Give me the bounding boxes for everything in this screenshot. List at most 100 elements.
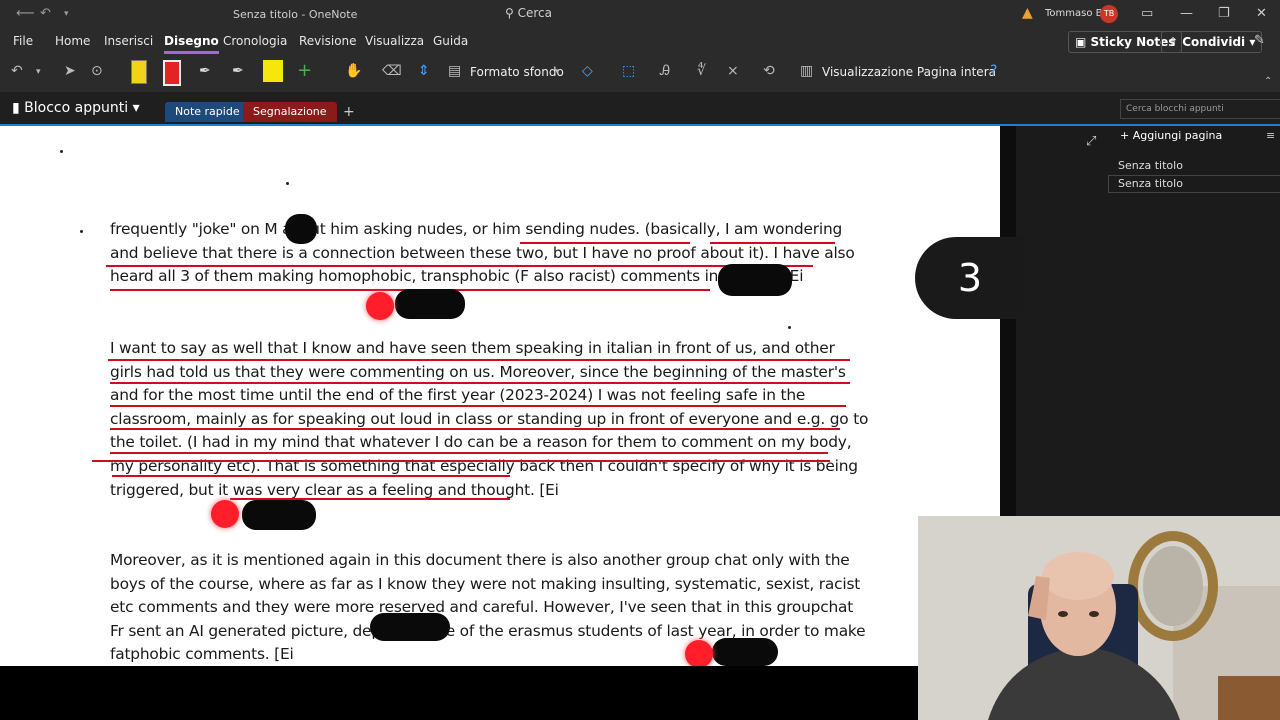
notebook-selector[interactable]: ▮ Blocco appunti ▾ [12,100,140,116]
laser-pointer-dot [685,640,713,666]
minimize-icon[interactable]: — [1180,6,1193,21]
annotation-underline [110,382,850,384]
lasso-icon[interactable]: ⊙ [91,63,103,79]
annotation-underline [520,242,690,244]
collapse-ribbon-icon[interactable]: ⌃ [1264,76,1272,87]
redaction-scribble [242,500,316,530]
pen-white2-icon[interactable]: ✒ [232,63,244,79]
menu-draw[interactable]: Disegno [164,34,219,54]
shapes-icon[interactable]: ◇ [582,63,593,79]
menu-insert[interactable]: Inserisci [104,34,153,48]
annotation-underline [106,265,813,267]
close-icon[interactable]: ✕ [1256,6,1267,21]
background-format-icon[interactable]: ▤ [448,63,461,79]
hand-icon[interactable]: ✋ [345,63,362,79]
help-icon[interactable]: ? [990,63,997,79]
webcam-overlay [918,516,1280,720]
scan-speck [80,230,83,233]
redaction-scribble [395,289,465,319]
fullpage-label[interactable]: Visualizzazione Pagina intera [822,65,996,79]
webcam-image [918,516,1280,720]
menu-review[interactable]: Revisione [299,34,357,48]
laser-pointer-dot [366,292,394,320]
note-page[interactable]: frequently "joke" on M about him asking … [0,126,1000,666]
search-icon: ⚲ [505,6,514,20]
annotation-underline [112,475,510,477]
redaction-scribble [712,638,778,666]
add-section-button[interactable]: + [333,102,365,122]
menu-bar: File Home Inserisci Disegno Cronologia R… [0,28,1280,54]
page-list-panel: + Aggiungi pagina ≡ Senza titolo Senza t… [1108,126,1280,516]
pen-yellow-icon[interactable] [131,60,147,84]
page-list-item[interactable]: Senza titolo [1118,159,1183,172]
title-search[interactable]: ⚲ Cerca [505,6,552,20]
expand-icon[interactable]: ⤢ [1086,134,1096,149]
annotation-underline [710,242,835,244]
back-icon[interactable]: ⟵ [16,6,35,21]
chevron-down-icon[interactable]: ▾ [64,9,69,19]
highlighter-icon[interactable] [263,60,283,82]
ruler-icon[interactable]: ⨯ [727,63,739,79]
section-panel: ⤢ [1016,126,1108,516]
window-title: Senza titolo - OneNote [233,8,358,21]
pen-white-icon[interactable]: ✒ [199,63,211,79]
undo-icon[interactable]: ↶ [40,6,51,21]
select-icon[interactable]: ➤ [64,63,76,79]
page-scroll-area[interactable] [1000,126,1016,516]
restore-icon[interactable]: ▭ [1141,6,1153,21]
add-page-label: Aggiungi pagina [1132,129,1223,142]
format-background-label[interactable]: Formato sfondo [470,65,564,79]
menu-view[interactable]: Visualizza [365,34,424,48]
user-name[interactable]: Tommaso B [1045,8,1103,19]
title-bar: ⟵ ↶ ▾ Senza titolo - OneNote ⚲ Cerca ▲ T… [0,0,1280,28]
notebook-bar: ▮ Blocco appunti ▾ Note rapide Segnalazi… [0,92,1280,126]
notebook-icon: ▮ [12,100,20,116]
undo-icon[interactable]: ↶ [11,63,23,79]
fullpage-icon[interactable]: ▥ [800,63,813,79]
ink-to-shape-icon[interactable]: ⬚ [622,63,635,79]
page-list-item-selected[interactable]: Senza titolo [1108,175,1280,193]
scan-speck [788,326,791,329]
annotation-underline [110,405,846,407]
menu-file[interactable]: File [13,34,33,48]
search-label: Cerca [517,6,553,20]
sort-icon[interactable]: ≡ [1266,129,1275,142]
eraser-icon[interactable]: ⌫ [382,63,402,79]
insert-space-icon[interactable]: ⇕ [418,63,430,79]
annotation-underline [92,460,830,462]
replay-icon[interactable]: ⟲ [763,63,775,79]
menu-history[interactable]: Cronologia [223,34,287,48]
ink-to-math-icon[interactable]: ∜ [697,63,706,79]
tab-note-rapide[interactable]: Note rapide [165,102,250,122]
annotation-underline [288,428,798,430]
annotation-underline [110,452,828,454]
add-pen-icon[interactable]: + [297,60,312,81]
bottom-bar [0,666,918,720]
draw-ribbon: ↶ ▾ ➤ ⊙ ✒ ✒ + ✋ ⌫ ⇕ ▤ Formato sfondo ▾ ◇… [0,54,1280,93]
annotation-underline [108,359,850,361]
avatar[interactable]: TB [1100,5,1118,23]
menu-help[interactable]: Guida [433,34,468,48]
chevron-down-icon[interactable]: ▾ [36,67,41,77]
paragraph-2: I want to say as well that I know and ha… [110,339,869,499]
pen-red-icon[interactable] [163,60,181,86]
page-number-badge: 3 [915,237,1025,319]
warning-icon[interactable]: ▲ [1022,5,1033,21]
maximize-icon[interactable]: ❐ [1218,6,1230,21]
redaction-scribble [285,214,317,244]
tab-segnalazione[interactable]: Segnalazione [243,102,337,122]
scan-speck [286,182,289,185]
share-label: Condividi [1182,35,1246,49]
pen-icon[interactable]: ✎ [1254,33,1265,48]
share-button[interactable]: ⇧ Condividi ▾ [1161,31,1263,53]
ink-to-text-icon[interactable]: Ꭿ [660,63,670,79]
notebook-name: Blocco appunti [24,100,129,116]
notebook-search-input[interactable]: Cerca blocchi appunti [1120,99,1280,119]
scan-speck [60,150,63,153]
chevron-down-icon[interactable]: ▾ [555,67,560,77]
menu-home[interactable]: Home [55,34,90,48]
add-page-button[interactable]: + Aggiungi pagina [1120,129,1222,142]
redaction-scribble [718,264,792,296]
redaction-scribble [370,613,450,641]
laser-pointer-dot [211,500,239,528]
